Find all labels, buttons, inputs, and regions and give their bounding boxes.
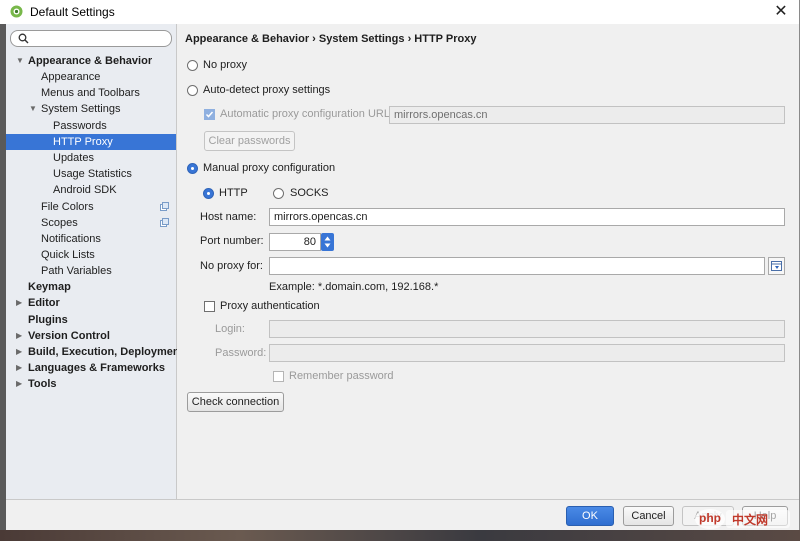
breadcrumb-current: HTTP Proxy	[414, 33, 477, 45]
chevron-right-icon: ▶	[16, 379, 23, 388]
auto-config-url-field[interactable]: mirrors.opencas.cn	[389, 106, 785, 124]
settings-content: Appearance & Behavior › System Settings …	[177, 24, 799, 499]
search-icon	[18, 33, 29, 44]
watermark-text: 中文网	[732, 513, 769, 527]
sidebar-item-android-sdk[interactable]: Android SDK	[6, 182, 176, 198]
expand-field-button[interactable]	[768, 257, 785, 275]
login-field[interactable]	[269, 320, 785, 338]
no-proxy-radio[interactable]	[187, 60, 198, 71]
auto-detect-radio[interactable]	[187, 85, 198, 96]
close-icon: ✕	[774, 3, 788, 20]
settings-dialog: Default Settings ✕ ▼ Appearance & Behavi…	[0, 0, 800, 531]
sidebar-item-http-proxy[interactable]: HTTP Proxy	[6, 134, 176, 150]
chevron-right-icon: ▶	[16, 363, 23, 372]
manual-proxy-radio[interactable]	[187, 163, 198, 174]
remember-password-label: Remember password	[289, 370, 394, 382]
sidebar-item-file-colors[interactable]: File Colors	[6, 199, 176, 215]
password-field[interactable]	[269, 344, 785, 362]
auto-config-url-checkbox[interactable]	[204, 109, 215, 120]
sidebar-item-usage-statistics[interactable]: Usage Statistics	[6, 166, 176, 182]
sidebar-item-editor[interactable]: ▶ Editor	[6, 295, 176, 311]
sidebar-item-keymap[interactable]: Keymap	[6, 279, 176, 295]
chevron-down-icon: ▼	[29, 104, 37, 113]
sidebar-item-appearance[interactable]: Appearance	[6, 69, 176, 85]
socks-radio[interactable]	[273, 188, 284, 199]
sidebar-item-notifications[interactable]: Notifications	[6, 231, 176, 247]
sidebar-item-tools[interactable]: ▶ Tools	[6, 376, 176, 392]
chevron-right-icon: ▶	[16, 347, 23, 356]
remember-password-checkbox[interactable]	[273, 371, 284, 382]
expand-icon	[771, 261, 782, 271]
app-icon	[10, 5, 23, 18]
host-name-label: Host name:	[200, 211, 257, 223]
breadcrumb-separator: ›	[407, 33, 412, 45]
port-number-field[interactable]: 80	[269, 233, 321, 251]
dialog-footer: OK Cancel Apply Help	[6, 499, 799, 531]
breadcrumb-separator: ›	[312, 33, 316, 45]
sidebar-item-passwords[interactable]: Passwords	[6, 118, 176, 134]
checkmark-icon	[205, 111, 214, 118]
port-stepper[interactable]	[321, 233, 334, 251]
host-name-field[interactable]: mirrors.opencas.cn	[269, 208, 785, 226]
watermark-logo: php 中文网	[694, 508, 794, 530]
no-proxy-for-label: No proxy for:	[200, 260, 263, 272]
sidebar-item-quick-lists[interactable]: Quick Lists	[6, 247, 176, 263]
socks-label[interactable]: SOCKS	[290, 187, 329, 199]
cancel-button[interactable]: Cancel	[623, 506, 674, 526]
password-label: Password:	[215, 347, 267, 359]
watermark-brand: php	[699, 511, 721, 525]
settings-sidebar: ▼ Appearance & Behavior Appearance Menus…	[6, 24, 183, 499]
login-label: Login:	[215, 323, 245, 335]
chevron-right-icon: ▶	[16, 331, 23, 340]
search-input[interactable]	[10, 30, 172, 47]
stepper-arrows-icon	[324, 236, 331, 248]
breadcrumb: Appearance & Behavior › System Settings …	[185, 33, 476, 45]
sidebar-item-languages-frameworks[interactable]: ▶ Languages & Frameworks	[6, 360, 176, 376]
port-number-label: Port number:	[200, 235, 264, 247]
sidebar-item-updates[interactable]: Updates	[6, 150, 176, 166]
sidebar-item-system-settings[interactable]: ▼ System Settings	[6, 101, 176, 117]
window-title: Default Settings	[30, 5, 115, 19]
no-proxy-for-field[interactable]	[269, 257, 765, 275]
breadcrumb-item: System Settings	[318, 33, 405, 45]
chevron-right-icon: ▶	[16, 298, 23, 307]
chevron-down-icon: ▼	[16, 56, 24, 65]
check-connection-button[interactable]: Check connection	[187, 392, 284, 412]
no-proxy-label[interactable]: No proxy	[203, 59, 247, 71]
sidebar-item-version-control[interactable]: ▶ Version Control	[6, 328, 176, 344]
project-scope-icon	[160, 218, 169, 227]
http-radio[interactable]	[203, 188, 214, 199]
auto-config-url-label: Automatic proxy configuration URL:	[220, 108, 394, 120]
manual-proxy-label[interactable]: Manual proxy configuration	[203, 162, 335, 174]
project-scope-icon	[160, 202, 169, 211]
breadcrumb-item: Appearance & Behavior	[185, 33, 310, 45]
clear-passwords-button[interactable]: Clear passwords	[204, 131, 295, 151]
http-label[interactable]: HTTP	[219, 187, 248, 199]
ok-button[interactable]: OK	[566, 506, 614, 526]
sidebar-item-scopes[interactable]: Scopes	[6, 215, 176, 231]
desktop-background	[0, 530, 800, 541]
proxy-authentication-label[interactable]: Proxy authentication	[220, 300, 320, 312]
no-proxy-example: Example: *.domain.com, 192.168.*	[269, 281, 439, 293]
title-bar: Default Settings ✕	[0, 0, 799, 24]
proxy-authentication-checkbox[interactable]	[204, 301, 215, 312]
sidebar-item-plugins[interactable]: Plugins	[6, 312, 176, 328]
sidebar-item-menus-toolbars[interactable]: Menus and Toolbars	[6, 85, 176, 101]
auto-detect-label[interactable]: Auto-detect proxy settings	[203, 84, 330, 96]
close-button[interactable]: ✕	[770, 3, 792, 21]
sidebar-item-build-execution-deployment[interactable]: ▶ Build, Execution, Deployment	[6, 344, 183, 360]
sidebar-item-path-variables[interactable]: Path Variables	[6, 263, 176, 279]
sidebar-item-appearance-behavior[interactable]: ▼ Appearance & Behavior	[6, 53, 176, 69]
